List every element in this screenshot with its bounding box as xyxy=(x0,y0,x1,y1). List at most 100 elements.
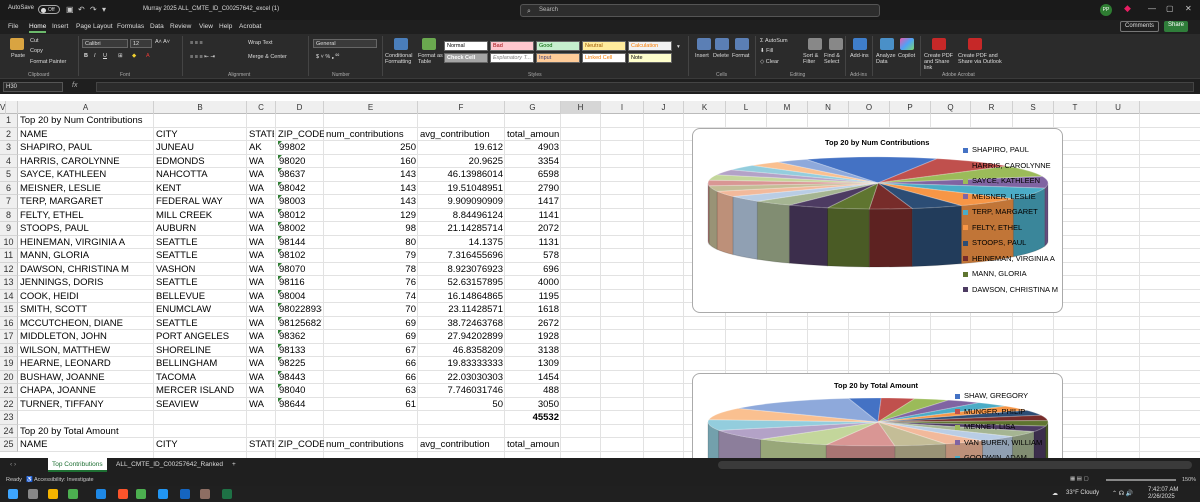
row-header[interactable]: 14 xyxy=(0,289,18,303)
table-cell[interactable]: 980228938 xyxy=(278,303,322,317)
font-size-select[interactable]: 12 xyxy=(130,39,152,48)
sort-filter-icon[interactable] xyxy=(808,38,822,50)
table-cell[interactable]: 19.612 xyxy=(420,141,503,155)
table-cell[interactable]: 50 xyxy=(420,398,503,412)
column-header[interactable]: N xyxy=(808,101,849,114)
style-linked-cell[interactable]: Linked Cell xyxy=(582,53,626,63)
table-cell[interactable]: 70 xyxy=(326,303,416,317)
table-cell[interactable]: CHAPA, JOANNE xyxy=(20,384,152,398)
app-3-icon[interactable] xyxy=(200,489,210,499)
table-cell[interactable]: FEDERAL WAY xyxy=(156,195,245,209)
search-box[interactable]: ⌕ Search xyxy=(520,4,880,17)
menu-acrobat[interactable]: Acrobat xyxy=(239,23,261,30)
table-cell[interactable]: COOK, HEIDI xyxy=(20,290,152,304)
font-size-up-icon[interactable]: A˄ A˅ xyxy=(155,39,170,45)
style-note[interactable]: Note xyxy=(628,53,672,63)
table-cell[interactable]: 98 xyxy=(326,222,416,236)
table-cell[interactable]: SAYCE, KATHLEEN xyxy=(20,168,152,182)
table-cell[interactable]: 98443 xyxy=(278,370,322,385)
table-cell[interactable]: WA xyxy=(249,168,274,182)
table-cell[interactable]: 143 xyxy=(326,195,416,209)
table-cell[interactable]: 2790 xyxy=(507,182,559,196)
table-cell[interactable]: WA xyxy=(249,344,274,358)
legend-entry[interactable]: TERP, MARGARET xyxy=(963,204,1058,220)
find-select-icon[interactable] xyxy=(829,38,843,50)
row-header[interactable]: 18 xyxy=(0,343,18,357)
column-header[interactable]: F xyxy=(418,101,505,114)
brave-icon[interactable] xyxy=(118,489,128,499)
style-calculation[interactable]: Calculation xyxy=(628,41,672,51)
table-cell[interactable]: 99802 xyxy=(278,141,322,155)
column-label[interactable]: STATE xyxy=(249,438,274,452)
table-cell[interactable]: 1195 xyxy=(507,290,559,304)
tray-icons[interactable]: ⌃ ☊ 🔊 xyxy=(1112,490,1133,497)
share-button[interactable]: Share xyxy=(1164,21,1189,32)
row-header[interactable]: 24 xyxy=(0,424,18,438)
table-cell[interactable]: MCCUTCHEON, DIANE xyxy=(20,317,152,331)
insert-cells-icon[interactable] xyxy=(697,38,711,50)
table-cell[interactable]: 69 xyxy=(326,317,416,331)
table-cell[interactable]: 66 xyxy=(326,357,416,371)
table-cell[interactable]: WA xyxy=(249,263,274,277)
table-cell[interactable]: 63 xyxy=(326,384,416,398)
table-cell[interactable]: 98133 xyxy=(278,343,322,358)
table-cell[interactable]: 98012 xyxy=(278,208,322,223)
table-cell[interactable]: 74 xyxy=(326,290,416,304)
table-cell[interactable]: 1309 xyxy=(507,357,559,371)
table-cell[interactable]: 8.923076923 xyxy=(420,263,503,277)
view-normal-icon[interactable]: ▦ ▤ ▢ xyxy=(1070,476,1089,482)
legend-entry[interactable]: STOOPS, PAUL xyxy=(963,235,1058,251)
table-cell[interactable]: 66 xyxy=(326,371,416,385)
legend-entry[interactable]: SHAPIRO, PAUL xyxy=(963,142,1058,158)
table-cell[interactable]: SEATTLE xyxy=(156,249,245,263)
legend-entry[interactable]: MEISNER, LESLIE xyxy=(963,189,1058,205)
table-cell[interactable]: 98225 xyxy=(278,357,322,371)
table-cell[interactable]: HEINEMAN, VIRGINIA A xyxy=(20,236,152,250)
app-2-icon[interactable] xyxy=(158,489,168,499)
prev-sheet-icon[interactable]: ‹ › xyxy=(6,458,20,472)
fill-color-icon[interactable]: ◆ xyxy=(132,53,136,59)
table-cell[interactable]: 22.03030303 xyxy=(420,371,503,385)
menu-review[interactable]: Review xyxy=(170,23,191,30)
create-pdf-outlook-button[interactable]: Create PDF and Share via Outlook xyxy=(958,53,1002,65)
accessibility-status[interactable]: Accessibility: Investigate xyxy=(34,477,94,483)
format-as-table-button[interactable]: Format as Table xyxy=(418,53,444,65)
column-header[interactable]: B xyxy=(154,101,247,114)
table-cell[interactable]: SMITH, SCOTT xyxy=(20,303,152,317)
table-cell[interactable]: 6598 xyxy=(507,168,559,182)
legend-entry[interactable]: DAWSON, CHRISTINA M xyxy=(963,282,1058,298)
paste-icon[interactable] xyxy=(10,38,24,50)
table-cell[interactable]: 3050 xyxy=(507,398,559,412)
table-cell[interactable]: ENUMCLAW xyxy=(156,303,245,317)
table-cell[interactable]: 129 xyxy=(326,209,416,223)
legend-entry[interactable]: GOODWIN, ADAM xyxy=(955,450,1042,458)
excel-icon[interactable] xyxy=(222,489,232,499)
legend-entry[interactable]: VAN BUREN, WILLIAM xyxy=(955,435,1042,451)
style-good[interactable]: Good xyxy=(536,41,580,51)
format-cells-icon[interactable] xyxy=(735,38,749,50)
column-label[interactable]: NAME xyxy=(20,128,152,142)
row-header[interactable]: 25 xyxy=(0,438,18,452)
column-header[interactable]: D xyxy=(276,101,324,114)
copy-button[interactable]: Copy xyxy=(30,48,43,54)
table-cell[interactable]: 696 xyxy=(507,263,559,277)
insert-cells-button[interactable]: Insert xyxy=(695,53,709,59)
table-cell[interactable]: BUSHAW, JOANNE xyxy=(20,371,152,385)
redo-icon[interactable]: ↷ xyxy=(90,5,97,14)
row-header[interactable]: 22 xyxy=(0,397,18,411)
table-cell[interactable]: 52.63157895 xyxy=(420,276,503,290)
row-header[interactable]: 16 xyxy=(0,316,18,330)
name-box[interactable]: H30 xyxy=(3,82,63,92)
table-cell[interactable]: 78 xyxy=(326,263,416,277)
table-cell[interactable]: 160 xyxy=(326,155,416,169)
align-left-icon[interactable]: ≡ ≡ ≡ ⇤ ⇥ xyxy=(190,54,215,60)
table-cell[interactable]: WA xyxy=(249,384,274,398)
clock-time[interactable]: 7:42:07 AM xyxy=(1148,487,1178,493)
total-cell[interactable]: 45532 xyxy=(507,411,559,425)
table-cell[interactable]: 250 xyxy=(326,141,416,155)
font-name-select[interactable]: Calibri xyxy=(82,39,128,48)
table-title[interactable]: Top 20 by Total Amount xyxy=(20,425,320,439)
rewards-icon[interactable]: ◆ xyxy=(1124,3,1131,14)
table-cell[interactable]: 981256827 xyxy=(278,316,322,331)
legend-entry[interactable]: HEINEMAN, VIRGINIA A xyxy=(963,251,1058,267)
